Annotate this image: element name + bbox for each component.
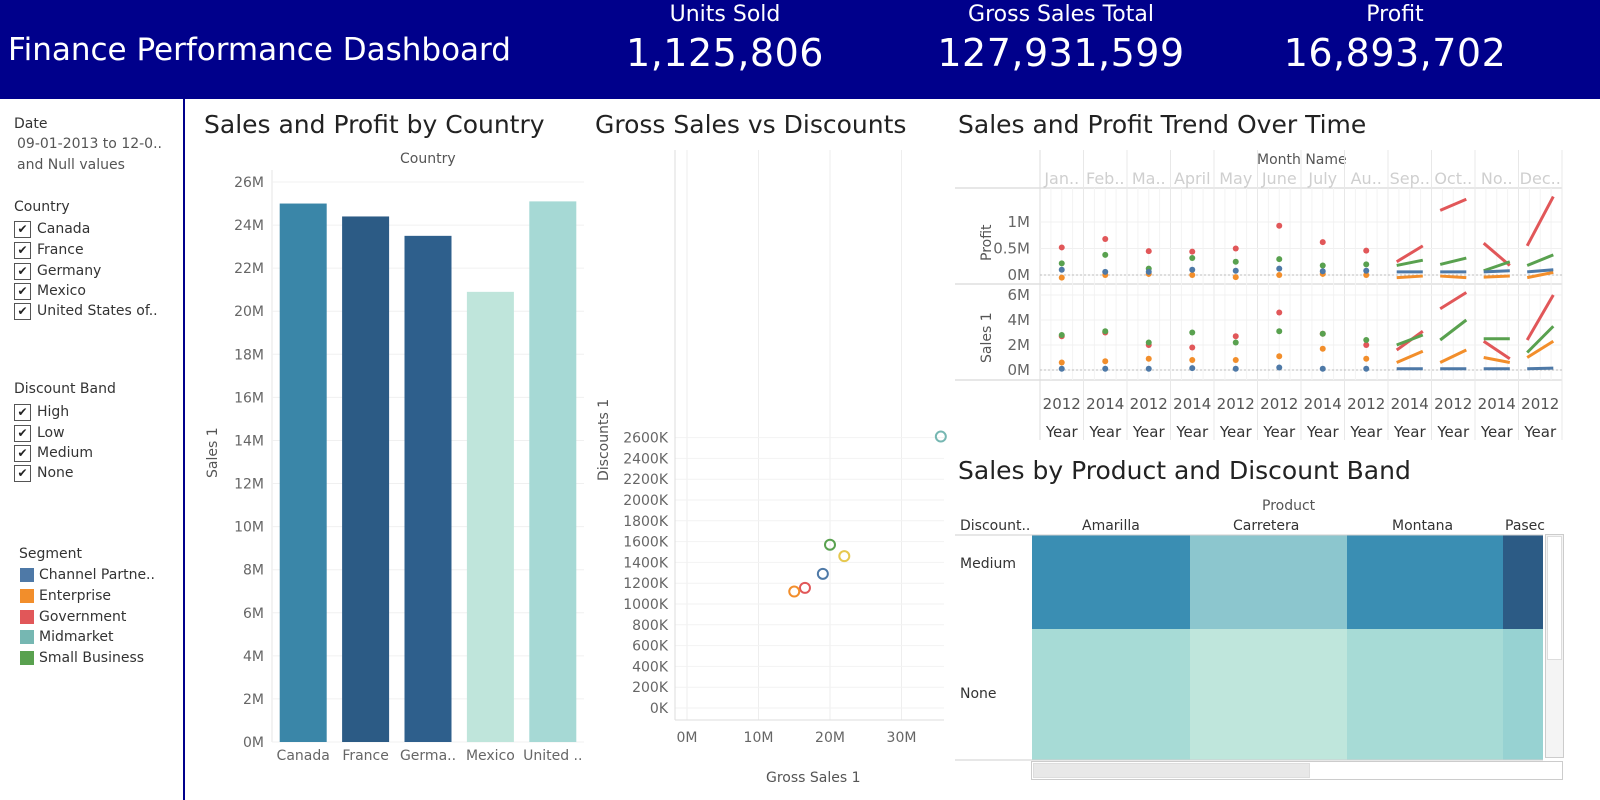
heatmap-cell-medium-montana	[1347, 535, 1503, 629]
heatmap-cell-medium-pasec	[1503, 535, 1543, 629]
heatmap-cell-medium-carretera	[1190, 535, 1347, 629]
scrollbar-thumb[interactable]	[1033, 763, 1310, 778]
heatmap-cell-none-montana	[1347, 629, 1503, 760]
heatmap-cell-none-carretera	[1190, 629, 1347, 760]
heatmap-horizontal-scrollbar[interactable]	[1031, 761, 1563, 780]
heatmap-chart	[955, 534, 1543, 761]
heatmap-cell-none-amarilla	[1032, 629, 1190, 760]
heatmap-vertical-scrollbar[interactable]	[1545, 534, 1564, 758]
heatmap-cell-medium-amarilla	[1032, 535, 1190, 629]
scrollbar-thumb[interactable]	[1547, 536, 1562, 660]
heatmap-cell-none-pasec	[1503, 629, 1543, 760]
